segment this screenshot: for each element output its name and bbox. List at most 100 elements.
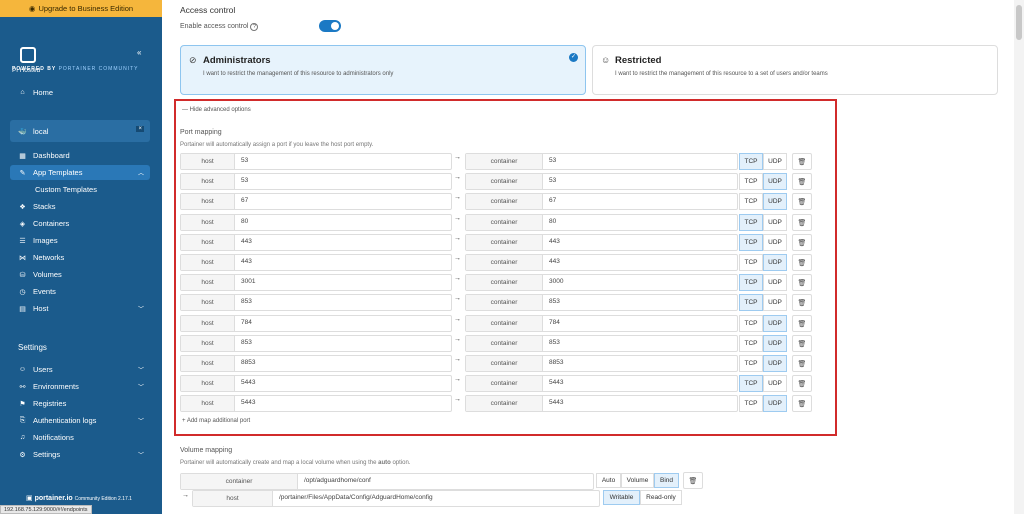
delete-port-icon[interactable]: 🗑 xyxy=(792,375,812,392)
add-port-button[interactable]: + Add map additional port xyxy=(182,418,250,424)
upgrade-banner[interactable]: ◉ Upgrade to Business Edition xyxy=(0,0,162,17)
restricted-option[interactable]: ☺ Restricted I want to restrict the mana… xyxy=(592,45,998,95)
delete-port-icon[interactable]: 🗑 xyxy=(792,234,812,251)
delete-port-icon[interactable]: 🗑 xyxy=(792,335,812,352)
tcp-toggle[interactable]: TCP xyxy=(739,355,763,372)
volume-auto-button[interactable]: Auto xyxy=(596,473,621,488)
container-port-input[interactable]: container 5443 xyxy=(465,375,738,392)
writable-button[interactable]: Writable xyxy=(603,490,640,505)
sidebar-item-settings[interactable]: ⚙ Settings ﹀ xyxy=(10,447,150,462)
host-port-input[interactable]: host 784 xyxy=(180,315,452,332)
sidebar-item-volumes[interactable]: ⛁ Volumes xyxy=(10,267,150,282)
container-port-input[interactable]: container 8853 xyxy=(465,355,738,372)
scrollbar-thumb[interactable] xyxy=(1016,5,1022,40)
host-port-input[interactable]: host 443 xyxy=(180,254,452,271)
tcp-toggle[interactable]: TCP xyxy=(739,335,763,352)
sidebar-item-networks[interactable]: ⋈ Networks xyxy=(10,250,150,265)
collapse-sidebar-button[interactable]: « xyxy=(137,48,141,57)
delete-volume-icon[interactable]: 🗑 xyxy=(683,472,703,489)
tcp-toggle[interactable]: TCP xyxy=(739,294,763,311)
container-port-input[interactable]: container 53 xyxy=(465,153,738,170)
udp-toggle[interactable]: UDP xyxy=(763,375,787,392)
sidebar-item-images[interactable]: ☰ Images xyxy=(10,233,150,248)
host-port-input[interactable]: host 5443 xyxy=(180,375,452,392)
access-control-toggle[interactable] xyxy=(319,20,341,32)
udp-toggle[interactable]: UDP xyxy=(763,315,787,332)
close-environment-icon[interactable]: × xyxy=(136,126,144,132)
environment-box[interactable]: 🐳 local × xyxy=(10,120,150,142)
delete-port-icon[interactable]: 🗑 xyxy=(792,153,812,170)
host-port-input[interactable]: host 443 xyxy=(180,234,452,251)
container-port-input[interactable]: container 67 xyxy=(465,193,738,210)
sidebar-item-stacks[interactable]: ❖ Stacks xyxy=(10,199,150,214)
host-port-input[interactable]: host 3001 xyxy=(180,274,452,291)
container-port-input[interactable]: container 5443 xyxy=(465,395,738,412)
udp-toggle[interactable]: UDP xyxy=(763,234,787,251)
sidebar-item-users[interactable]: ☺ Users ﹀ xyxy=(10,362,150,377)
volume-container-input[interactable]: container /opt/adguardhome/conf xyxy=(180,473,594,490)
host-port-input[interactable]: host 5443 xyxy=(180,395,452,412)
host-port-input[interactable]: host 853 xyxy=(180,294,452,311)
tcp-toggle[interactable]: TCP xyxy=(739,315,763,332)
tcp-toggle[interactable]: TCP xyxy=(739,173,763,190)
tcp-toggle[interactable]: TCP xyxy=(739,153,763,170)
host-port-input[interactable]: host 53 xyxy=(180,173,452,190)
container-port-input[interactable]: container 443 xyxy=(465,234,738,251)
volume-bind-button[interactable]: Bind xyxy=(654,473,679,488)
sidebar-item-host[interactable]: ▤ Host ﹀ xyxy=(10,301,150,316)
container-port-input[interactable]: container 853 xyxy=(465,335,738,352)
tcp-toggle[interactable]: TCP xyxy=(739,274,763,291)
container-port-input[interactable]: container 3000 xyxy=(465,274,738,291)
readonly-button[interactable]: Read-only xyxy=(640,490,682,505)
host-port-input[interactable]: host 8853 xyxy=(180,355,452,372)
volume-host-input[interactable]: host /portainer/Files/AppData/Config/Adg… xyxy=(192,490,600,507)
udp-toggle[interactable]: UDP xyxy=(763,355,787,372)
sidebar-item-custom-templates[interactable]: Custom Templates xyxy=(10,182,150,197)
udp-toggle[interactable]: UDP xyxy=(763,335,787,352)
sidebar-item-notifications[interactable]: ♫ Notifications xyxy=(10,430,150,445)
delete-port-icon[interactable]: 🗑 xyxy=(792,173,812,190)
tcp-toggle[interactable]: TCP xyxy=(739,395,763,412)
tcp-toggle[interactable]: TCP xyxy=(739,254,763,271)
delete-port-icon[interactable]: 🗑 xyxy=(792,274,812,291)
hide-advanced-options-link[interactable]: — Hide advanced options xyxy=(182,107,251,113)
sidebar-item-home[interactable]: ⌂ Home xyxy=(10,85,150,100)
host-port-input[interactable]: host 67 xyxy=(180,193,452,210)
udp-toggle[interactable]: UDP xyxy=(763,395,787,412)
help-icon[interactable]: ? xyxy=(250,23,259,31)
host-port-input[interactable]: host 853 xyxy=(180,335,452,352)
administrators-option[interactable]: ⊘ Administrators I want to restrict the … xyxy=(180,45,586,95)
container-port-input[interactable]: container 784 xyxy=(465,315,738,332)
delete-port-icon[interactable]: 🗑 xyxy=(792,395,812,412)
volume-volume-button[interactable]: Volume xyxy=(621,473,654,488)
delete-port-icon[interactable]: 🗑 xyxy=(792,254,812,271)
delete-port-icon[interactable]: 🗑 xyxy=(792,214,812,231)
container-port-input[interactable]: container 853 xyxy=(465,294,738,311)
tcp-toggle[interactable]: TCP xyxy=(739,214,763,231)
container-port-input[interactable]: container 443 xyxy=(465,254,738,271)
tcp-toggle[interactable]: TCP xyxy=(739,375,763,392)
sidebar-item-events[interactable]: ◷ Events xyxy=(10,284,150,299)
udp-toggle[interactable]: UDP xyxy=(763,193,787,210)
sidebar-item-app-templates[interactable]: ✎ App Templates ︿ xyxy=(10,165,150,180)
udp-toggle[interactable]: UDP xyxy=(763,294,787,311)
delete-port-icon[interactable]: 🗑 xyxy=(792,315,812,332)
udp-toggle[interactable]: UDP xyxy=(763,173,787,190)
tcp-toggle[interactable]: TCP xyxy=(739,234,763,251)
sidebar-item-authentication-logs[interactable]: ⎘ Authentication logs ﹀ xyxy=(10,413,150,428)
container-port-input[interactable]: container 80 xyxy=(465,214,738,231)
udp-toggle[interactable]: UDP xyxy=(763,153,787,170)
udp-toggle[interactable]: UDP xyxy=(763,254,787,271)
sidebar-item-registries[interactable]: ⚑ Registries xyxy=(10,396,150,411)
host-port-input[interactable]: host 80 xyxy=(180,214,452,231)
container-port-input[interactable]: container 53 xyxy=(465,173,738,190)
page-scrollbar[interactable] xyxy=(1014,0,1024,514)
udp-toggle[interactable]: UDP xyxy=(763,214,787,231)
delete-port-icon[interactable]: 🗑 xyxy=(792,294,812,311)
udp-toggle[interactable]: UDP xyxy=(763,274,787,291)
sidebar-item-containers[interactable]: ◈ Containers xyxy=(10,216,150,231)
tcp-toggle[interactable]: TCP xyxy=(739,193,763,210)
sidebar-item-environments[interactable]: ⚯ Environments ﹀ xyxy=(10,379,150,394)
delete-port-icon[interactable]: 🗑 xyxy=(792,193,812,210)
delete-port-icon[interactable]: 🗑 xyxy=(792,355,812,372)
